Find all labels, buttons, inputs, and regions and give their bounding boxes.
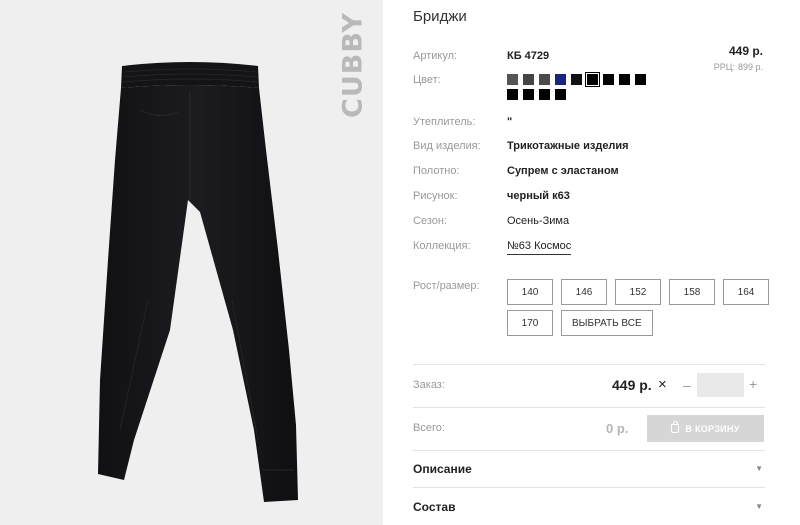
color-swatch[interactable] — [571, 74, 582, 85]
type-label: Вид изделия: — [413, 140, 481, 152]
chevron-down-icon: ▼ — [755, 502, 763, 511]
product-photo — [98, 62, 298, 502]
collection-link-text[interactable]: №63 Космос — [507, 240, 572, 255]
color-swatch[interactable] — [523, 74, 534, 85]
size-label: Рост/размер: — [413, 280, 480, 292]
color-swatch[interactable] — [507, 89, 518, 100]
product-image-panel: CUBBY — [0, 0, 383, 525]
divider — [413, 487, 765, 488]
times-icon: × — [658, 376, 667, 393]
size-button-164[interactable]: 164 — [723, 279, 769, 305]
description-title: Описание — [413, 462, 472, 476]
color-swatch[interactable] — [635, 74, 646, 85]
quantity-input[interactable] — [697, 373, 744, 397]
pattern-label: Рисунок: — [413, 190, 458, 202]
color-swatch[interactable] — [539, 89, 550, 100]
color-swatch[interactable] — [507, 74, 518, 85]
chevron-down-icon: ▼ — [755, 464, 763, 473]
color-swatch[interactable] — [555, 74, 566, 85]
collection-label: Коллекция: — [413, 240, 471, 252]
brand-logo-text: CUBBY — [337, 12, 369, 118]
description-accordion[interactable]: Описание ▼ — [413, 462, 765, 482]
composition-title: Состав — [413, 500, 456, 514]
rrc-label: РРЦ: — [713, 62, 735, 72]
shopping-bag-icon — [671, 421, 680, 433]
color-swatch[interactable] — [555, 89, 566, 100]
product-title: Бриджи — [413, 8, 467, 25]
color-swatch[interactable] — [523, 89, 534, 100]
composition-accordion[interactable]: Состав ▼ — [413, 500, 765, 520]
quantity-minus-button[interactable]: – — [683, 377, 691, 393]
order-price: 449 р. — [612, 377, 652, 393]
add-to-cart-button[interactable]: В КОРЗИНУ — [647, 415, 764, 442]
size-button-170[interactable]: 170 — [507, 310, 553, 336]
size-button-140[interactable]: 140 — [507, 279, 553, 305]
size-button-152[interactable]: 152 — [615, 279, 661, 305]
color-label: Цвет: — [413, 74, 441, 86]
collection-link[interactable]: №63 Космос — [507, 240, 572, 255]
divider — [413, 407, 765, 408]
total-label: Всего: — [413, 422, 445, 434]
divider — [413, 450, 765, 451]
insulation-label: Утеплитель: — [413, 116, 476, 128]
article-value: КБ 4729 — [507, 50, 550, 62]
pattern-value: черный к63 — [507, 190, 570, 202]
color-swatches — [507, 72, 652, 100]
color-swatch[interactable] — [585, 72, 600, 87]
fabric-label: Полотно: — [413, 165, 460, 177]
fabric-value: Супрем с эластаном — [507, 165, 619, 177]
rrc-value: 899 р. — [737, 62, 763, 72]
rrc-price: РРЦ: 899 р. — [711, 62, 763, 72]
article-label: Артикул: — [413, 50, 458, 62]
color-swatch[interactable] — [539, 74, 550, 85]
divider — [413, 364, 765, 365]
brand-logo: CUBBY — [338, 12, 369, 118]
size-options: 140 146 152 158 164 170 ВЫБРАТЬ ВСЕ — [507, 279, 769, 336]
add-to-cart-label: В КОРЗИНУ — [685, 423, 740, 434]
season-label: Сезон: — [413, 215, 447, 227]
product-details: Бриджи Артикул: КБ 4729 449 р. РРЦ: 899 р… — [413, 0, 769, 525]
quantity-plus-button[interactable]: + — [749, 376, 757, 392]
color-swatch[interactable] — [619, 74, 630, 85]
product-price: 449 р. — [728, 44, 763, 58]
season-value: Осень-Зима — [507, 215, 570, 227]
size-button-146[interactable]: 146 — [561, 279, 607, 305]
type-value: Трикотажные изделия — [507, 140, 629, 152]
order-label: Заказ: — [413, 379, 445, 391]
total-value: 0 р. — [606, 421, 629, 436]
color-swatch[interactable] — [603, 74, 614, 85]
insulation-value: " — [507, 116, 513, 128]
select-all-sizes-button[interactable]: ВЫБРАТЬ ВСЕ — [561, 310, 653, 336]
size-button-158[interactable]: 158 — [669, 279, 715, 305]
